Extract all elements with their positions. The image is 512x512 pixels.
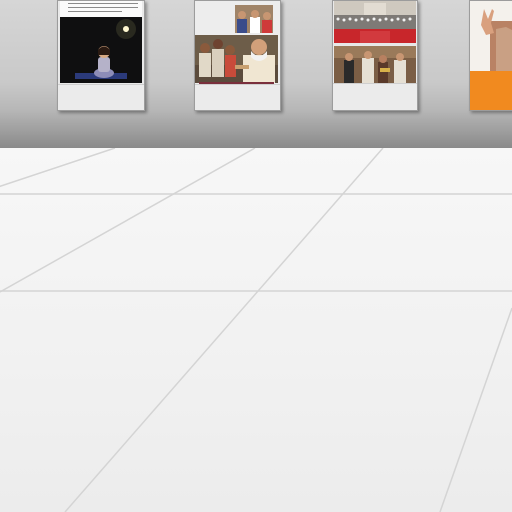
- crowd-building-photo: [334, 1, 416, 45]
- panel-orange-poster[interactable]: [469, 0, 512, 111]
- wall-shadow: [0, 110, 512, 150]
- panel-bottom-blank: [195, 84, 280, 110]
- gallery-floor: [0, 148, 512, 512]
- children-with-leader-photo: [195, 35, 278, 83]
- girl-night-photo: [60, 17, 142, 83]
- panel-children-group-photo[interactable]: [194, 0, 281, 111]
- award-ceremony-photo: [334, 46, 416, 83]
- panel-ceremony-photo[interactable]: [332, 0, 418, 111]
- leader-victory-sign-photo: [470, 1, 512, 71]
- panel-bottom-blank: [58, 84, 144, 110]
- caption-text-block: [60, 1, 142, 17]
- panel-girl-night-photo[interactable]: [57, 0, 145, 111]
- inset-meeting-photo: [235, 5, 273, 33]
- gallery-scene: [0, 0, 512, 512]
- orange-band: [470, 71, 512, 110]
- floor-tile-lines: [0, 148, 512, 512]
- panel-bottom-blank: [333, 83, 417, 110]
